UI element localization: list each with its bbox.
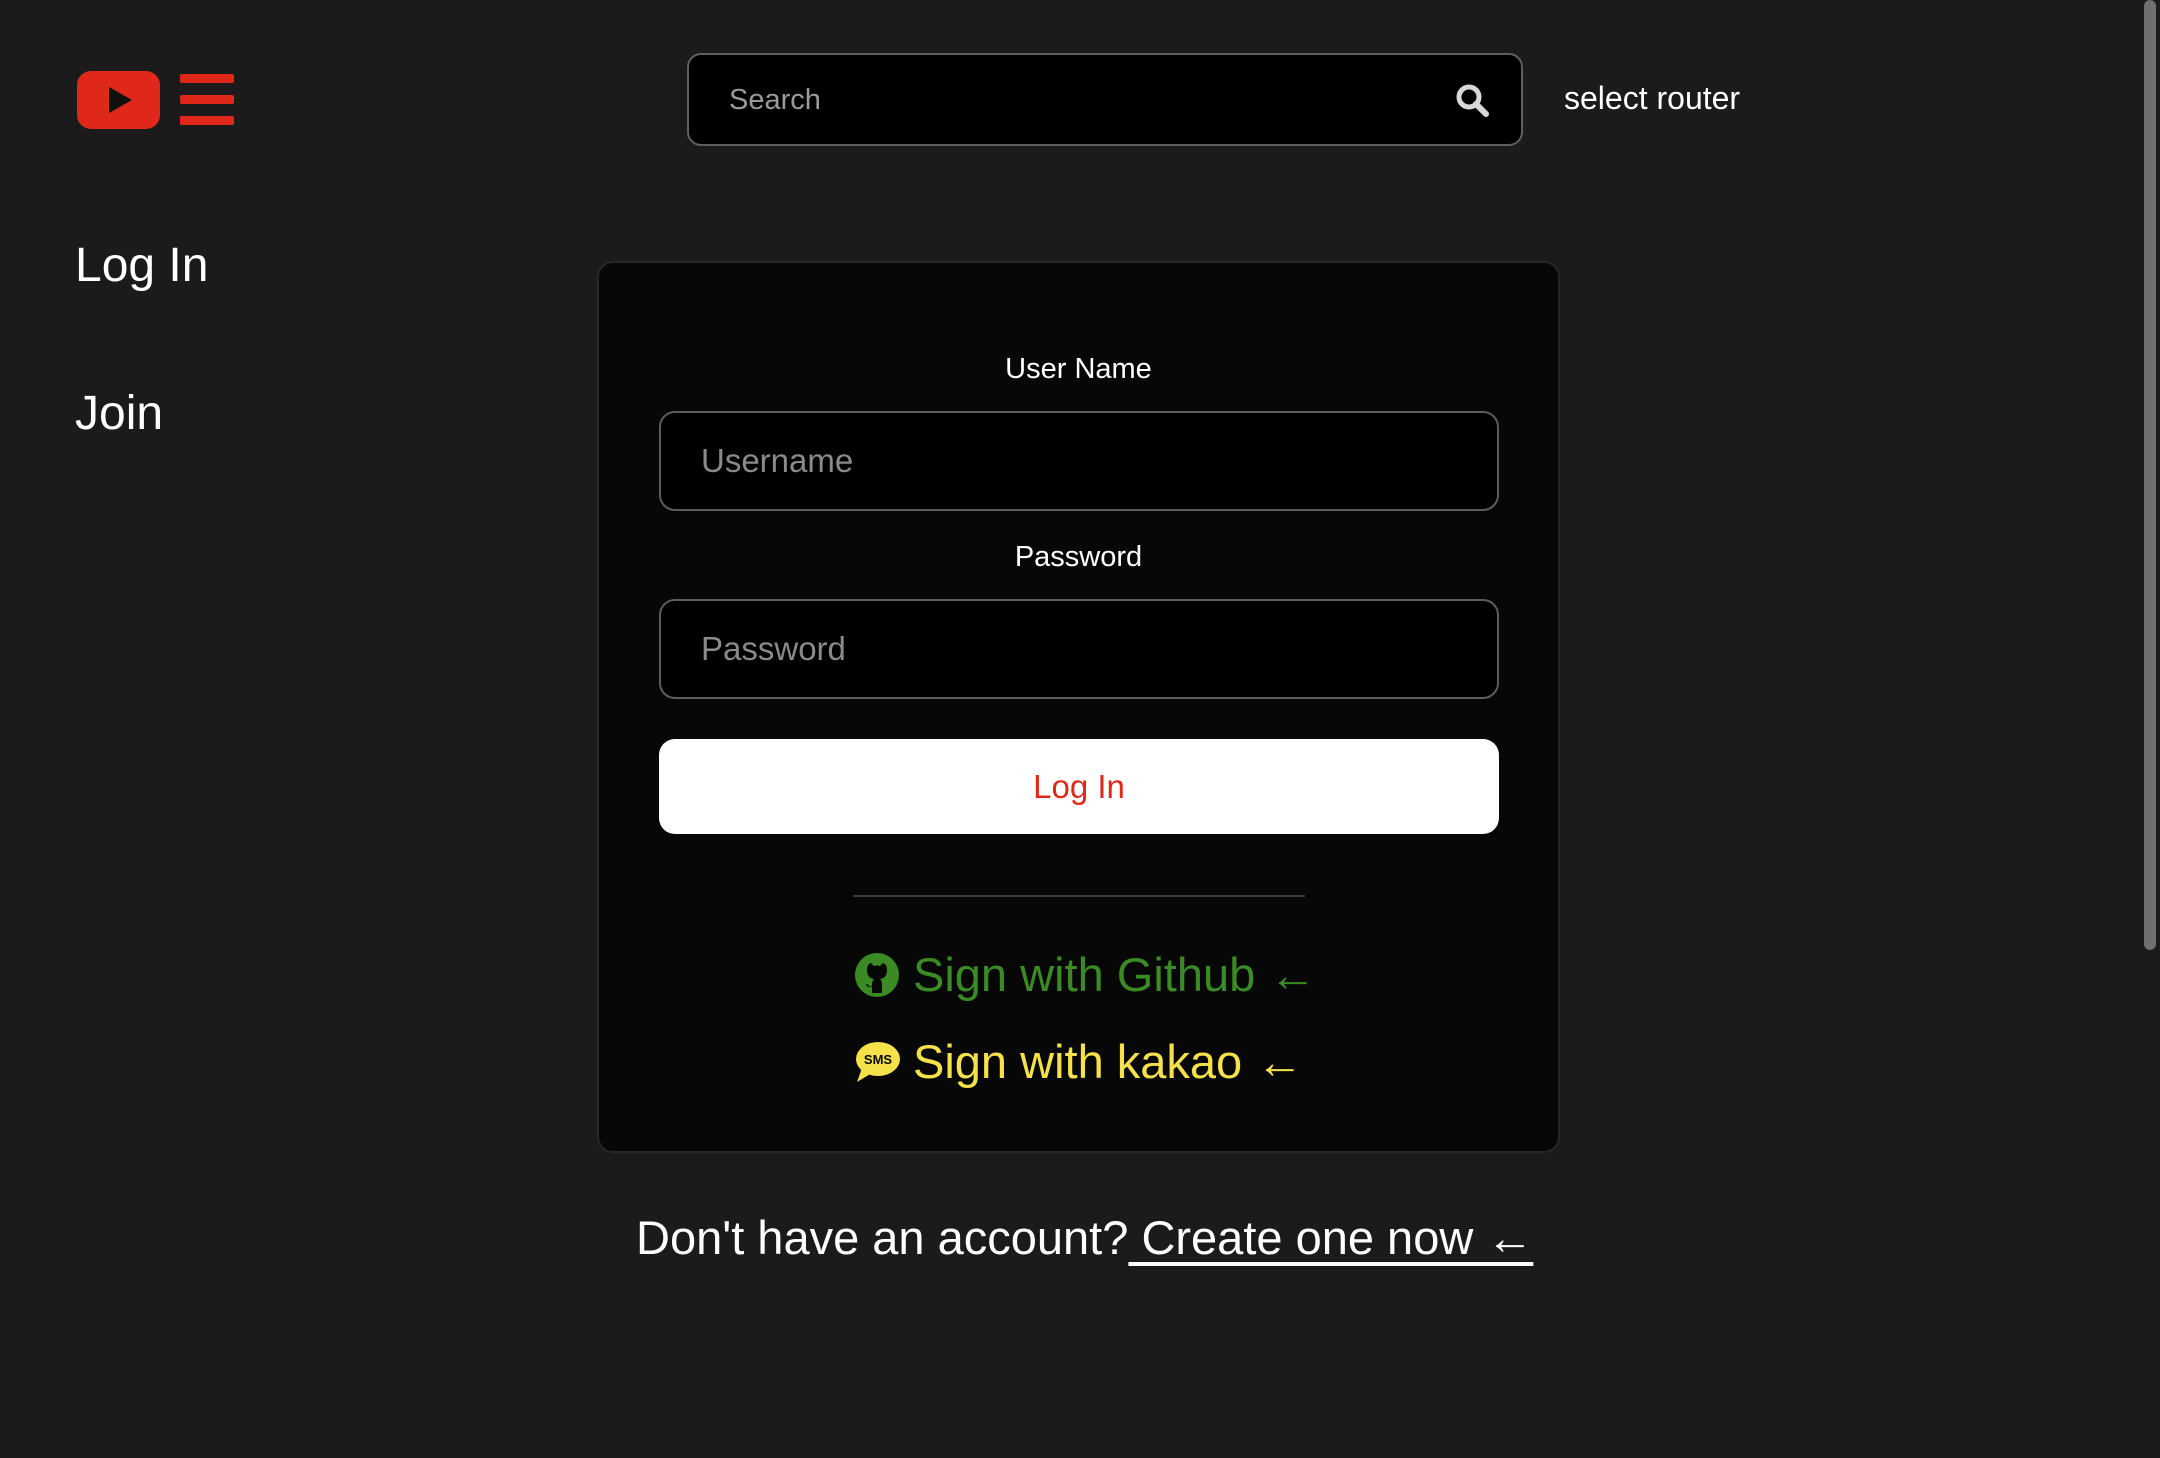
arrow-left-icon: ← <box>1269 948 1317 1001</box>
github-signin-label: Sign with Github <box>913 948 1256 1001</box>
username-label: User Name <box>1005 353 1152 385</box>
search-input[interactable] <box>727 55 1431 146</box>
scrollbar-thumb[interactable] <box>2144 0 2156 950</box>
sidebar-item-join[interactable]: Join <box>75 386 163 441</box>
arrow-left-icon: ← <box>1256 1035 1304 1088</box>
login-card: User Name Password Log In Sign with Gith… <box>597 261 1560 1153</box>
svg-text:SMS: SMS <box>864 1052 893 1067</box>
hamburger-menu-icon[interactable] <box>180 74 234 125</box>
youtube-logo-icon[interactable] <box>77 71 160 129</box>
password-label: Password <box>1014 541 1143 573</box>
username-field[interactable] <box>659 411 1499 511</box>
divider <box>853 895 1305 897</box>
select-router-link[interactable]: select router <box>1564 80 1740 117</box>
search-icon[interactable] <box>1454 82 1490 118</box>
github-icon <box>855 952 899 997</box>
password-field[interactable] <box>659 599 1499 699</box>
search-bar <box>687 53 1523 146</box>
page: select router Log In Join User Name Pass… <box>0 0 2160 1458</box>
sidebar-item-login[interactable]: Log In <box>75 238 208 293</box>
github-signin-link[interactable]: Sign with Github ← <box>853 947 1316 1002</box>
signup-prompt-text: Don't have an account? <box>636 1211 1129 1264</box>
sms-chat-icon: SMS <box>856 1041 900 1082</box>
signup-prompt: Don't have an account? Create one now ← <box>636 1210 1533 1265</box>
create-account-link[interactable]: Create one now ← <box>1128 1211 1533 1264</box>
kakao-signin-link[interactable]: SMS Sign with kakao ← <box>853 1034 1303 1089</box>
kakao-signin-label: Sign with kakao <box>913 1035 1243 1088</box>
login-button[interactable]: Log In <box>659 739 1499 834</box>
